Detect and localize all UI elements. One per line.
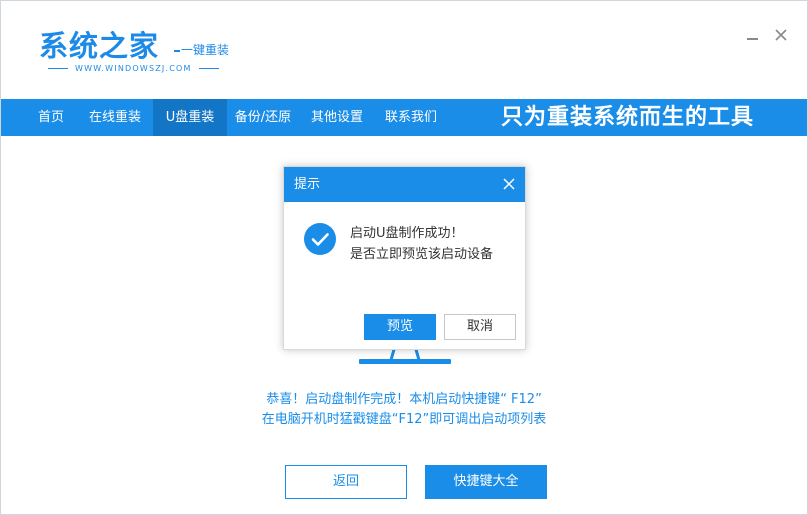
logo-title: 系统之家 (39, 29, 160, 63)
nav-item-backup-restore[interactable]: 备份/还原 (227, 99, 299, 136)
main-nav: 首页 在线重装 U盘重装 备份/还原 其他设置 联系我们 只为重装系统而生的工具 (1, 99, 807, 136)
app-window: 系统之家 一键重装 WWW.WINDOWSZJ.COM 首页 在线重装 U盘重装… (0, 0, 808, 515)
nav-item-home[interactable]: 首页 (27, 99, 75, 136)
shortcut-keys-button[interactable]: 快捷键大全 (425, 465, 547, 499)
minimize-icon[interactable] (743, 25, 763, 45)
prompt-dialog: 提示 启动U盘制作成功！ 是否立即预览该启动设备 预览 取消 (283, 166, 526, 350)
monitor-base (359, 359, 451, 364)
back-button[interactable]: 返回 (285, 465, 407, 499)
close-icon[interactable] (771, 25, 791, 45)
dialog-message-line1: 启动U盘制作成功！ (350, 226, 464, 241)
nav-item-contact[interactable]: 联系我们 (377, 99, 445, 136)
dialog-close-icon[interactable] (501, 176, 517, 192)
dialog-titlebar: 提示 (284, 167, 525, 202)
preview-button[interactable]: 预览 (364, 314, 436, 340)
nav-item-usb-reinstall[interactable]: U盘重装 (153, 99, 227, 136)
nav-item-other-settings[interactable]: 其他设置 (303, 99, 371, 136)
header: 系统之家 一键重装 WWW.WINDOWSZJ.COM (1, 1, 807, 99)
slogan: 只为重装系统而生的工具 (501, 105, 755, 130)
boot-hint-message: 在电脑开机时猛戳键盘“F12”即可调出启动项列表 (261, 412, 547, 427)
cancel-button[interactable]: 取消 (444, 314, 516, 340)
logo-url: WWW.WINDOWSZJ.COM (41, 64, 226, 73)
nav-item-online-reinstall[interactable]: 在线重装 (81, 99, 149, 136)
logo-subtitle: 一键重装 (174, 41, 229, 58)
check-circle-icon (304, 223, 336, 255)
dialog-message-line2: 是否立即预览该启动设备 (350, 247, 494, 262)
dialog-title: 提示 (294, 177, 321, 192)
success-message: 恭喜！启动盘制作完成！本机启动快捷键“ F12” (266, 392, 542, 407)
